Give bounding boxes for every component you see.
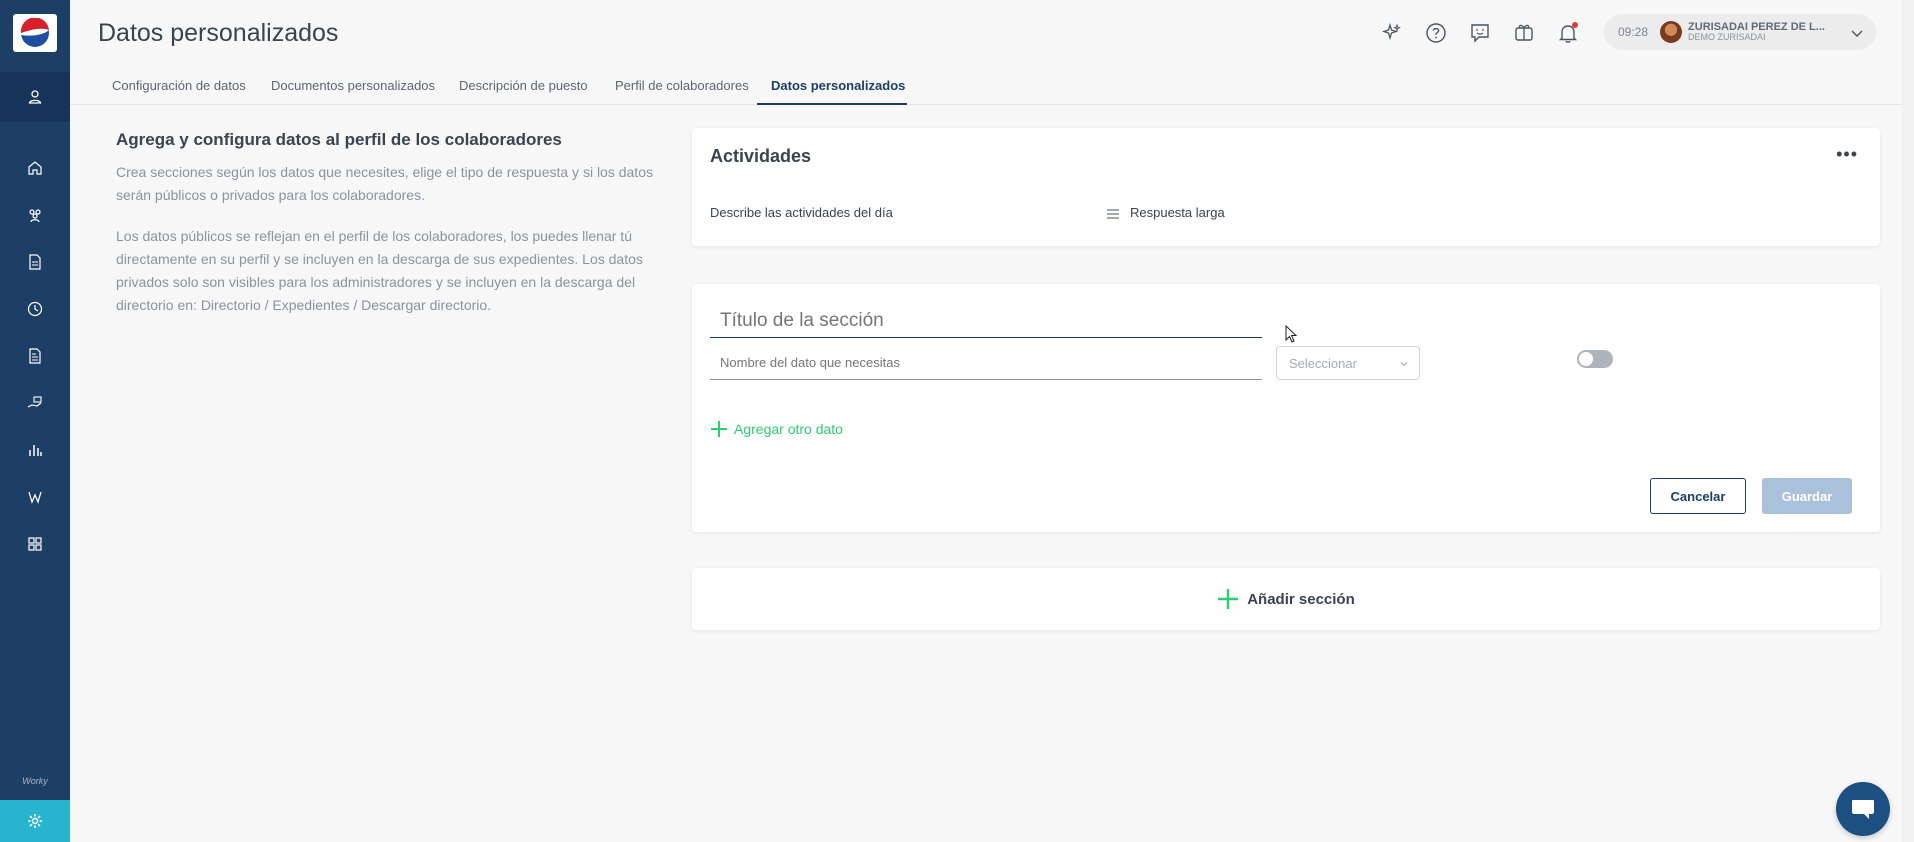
user-icon: [28, 90, 42, 104]
active-tab-indicator: [757, 103, 907, 105]
current-time: 09:28: [1618, 25, 1649, 39]
add-field-label: Agregar otro dato: [734, 421, 843, 437]
chat-bubble-icon: [1852, 800, 1874, 819]
long-answer-icon: [1107, 209, 1119, 219]
plus-icon: [711, 421, 727, 437]
add-field-button[interactable]: Agregar otro dato: [710, 420, 843, 438]
bar-chart-icon: [29, 444, 42, 456]
field-name-input[interactable]: [710, 346, 1262, 380]
sidebar-item-profile[interactable]: [0, 72, 70, 122]
field-type: Respuesta larga: [1130, 205, 1225, 220]
tab-configuracion-de-datos[interactable]: Configuración de datos: [112, 78, 246, 93]
add-section-label: Añadir sección: [1247, 590, 1355, 608]
avatar: [1660, 21, 1683, 43]
top-header: Datos personalizados 09:28 ZURISADAI PER…: [70, 0, 1914, 66]
sidebar-item-payroll[interactable]: [0, 379, 70, 426]
section-title-input[interactable]: [710, 304, 1262, 338]
field-label: Describe las actividades del día: [710, 205, 893, 220]
intro-paragraph-sections: Crea secciones según los datos que neces…: [116, 164, 653, 203]
page-title: Datos personalizados: [98, 19, 339, 47]
notification-badge: [1572, 22, 1578, 28]
more-options-icon[interactable]: •••: [1836, 144, 1858, 165]
sidebar-item-attendance[interactable]: [0, 285, 70, 332]
network-icon: [28, 491, 42, 504]
help-icon: [1426, 23, 1446, 43]
company-logo[interactable]: [13, 14, 57, 52]
chat-support-button[interactable]: [1836, 782, 1890, 836]
document-icon: [29, 253, 41, 270]
add-section-button[interactable]: Añadir sección: [692, 568, 1880, 630]
select-placeholder: Seleccionar: [1289, 355, 1357, 371]
file-text-icon: [29, 347, 41, 364]
mouse-cursor-icon: [1285, 325, 1298, 343]
tab-descripcion-de-puesto[interactable]: Descripción de puesto: [459, 78, 588, 93]
new-section-form: Seleccionar Agregar otro dato Cancelar G…: [692, 284, 1880, 532]
users-icon: [29, 208, 41, 222]
section-title: Actividades: [710, 146, 812, 166]
tab-documentos-personalizados[interactable]: Documentos personalizados: [271, 78, 435, 93]
tab-bar: Configuración de datos Documentos person…: [70, 66, 1914, 105]
tab-perfil-de-colaboradores[interactable]: Perfil de colaboradores: [615, 78, 749, 93]
feedback-icon: [1471, 24, 1489, 43]
page-scrollbar[interactable]: [1902, 0, 1914, 842]
intro-title: Agrega y configura datos al perfil de lo…: [116, 130, 562, 149]
plus-icon: [1218, 589, 1239, 609]
sidebar-item-organization[interactable]: [0, 473, 70, 520]
home-icon: [28, 160, 42, 175]
field-type-select[interactable]: Seleccionar: [1276, 346, 1420, 380]
sidebar-item-home[interactable]: [0, 144, 70, 191]
feedback-button[interactable]: [1458, 20, 1502, 46]
sidebar: Worky: [0, 0, 70, 842]
user-company: DEMO ZURISADAI: [1688, 32, 1766, 43]
gear-icon: [28, 814, 42, 828]
intro-paragraph-privacy: Los datos públicos se reflejan en el per…: [116, 228, 643, 313]
gift-icon: [1515, 24, 1533, 41]
clock-icon: [27, 301, 43, 316]
sparkles-icon: [1381, 22, 1401, 41]
header-actions: [1370, 20, 1590, 46]
sidebar-item-requests[interactable]: [0, 332, 70, 379]
toggle-knob: [1579, 352, 1593, 366]
settings-button[interactable]: [0, 800, 70, 842]
sidebar-nav: [0, 144, 70, 567]
sidebar-item-people[interactable]: [0, 191, 70, 238]
sidebar-item-apps[interactable]: [0, 520, 70, 567]
sidebar-item-documents[interactable]: [0, 238, 70, 285]
hand-money-icon: [27, 395, 42, 408]
notifications-button[interactable]: [1546, 20, 1590, 46]
sidebar-item-reports[interactable]: [0, 426, 70, 473]
company-logo-container: [0, 0, 70, 66]
help-button[interactable]: [1414, 20, 1458, 46]
tab-datos-personalizados[interactable]: Datos personalizados: [771, 78, 905, 93]
user-menu[interactable]: 09:28 ZURISADAI PEREZ DE L... DEMO ZURIS…: [1604, 14, 1876, 50]
public-private-toggle[interactable]: [1577, 350, 1613, 368]
section-card-actividades: Actividades ••• Describe las actividades…: [692, 128, 1880, 246]
save-button[interactable]: Guardar: [1762, 478, 1852, 514]
user-info: ZURISADAI PEREZ DE L... DEMO ZURISADAI: [1688, 21, 1825, 43]
worky-brand-label: Worky: [22, 776, 48, 786]
rewards-button[interactable]: [1502, 20, 1546, 46]
cancel-button[interactable]: Cancelar: [1650, 478, 1746, 514]
chevron-down-icon: [1400, 362, 1408, 367]
grid-icon: [28, 536, 42, 551]
chevron-down-icon: [1851, 30, 1863, 37]
ai-assistant-button[interactable]: [1370, 20, 1414, 46]
